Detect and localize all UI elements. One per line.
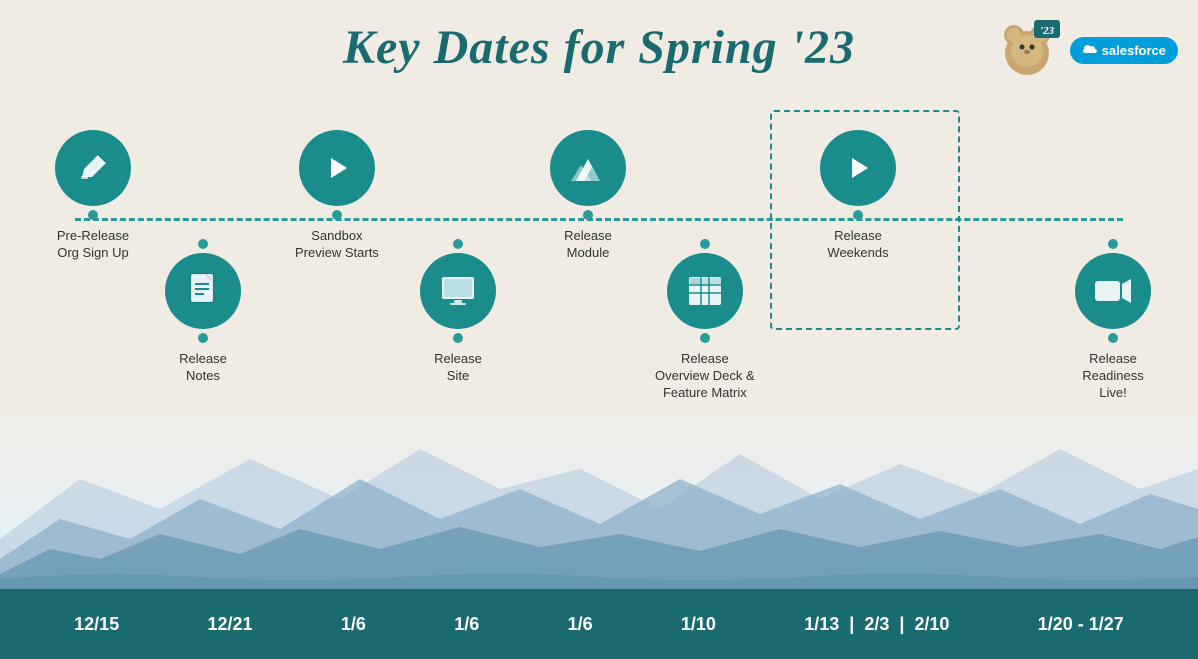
release-readiness-label: Release ReadinessLive! bbox=[1068, 351, 1158, 402]
release-module-dot bbox=[583, 210, 593, 220]
monitor-icon bbox=[439, 274, 477, 308]
release-site-label: ReleaseSite bbox=[434, 351, 482, 385]
item-release-site: ReleaseSite bbox=[420, 235, 496, 385]
grid-icon bbox=[687, 275, 723, 307]
pre-release-label: Pre-ReleaseOrg Sign Up bbox=[57, 228, 129, 262]
release-module-circle bbox=[550, 130, 626, 206]
pre-release-circle bbox=[55, 130, 131, 206]
release-weekends-dot bbox=[853, 210, 863, 220]
bear-mascot: '23 bbox=[992, 15, 1062, 85]
item-release-notes: ReleaseNotes bbox=[165, 235, 241, 385]
logo-area: '23 salesforce bbox=[992, 15, 1178, 85]
svg-text:'23: '23 bbox=[1040, 25, 1055, 37]
item-release-module: ReleaseModule bbox=[550, 130, 626, 262]
release-readiness-circle bbox=[1075, 253, 1151, 329]
date-110: 1/10 bbox=[681, 614, 716, 635]
pencil-icon bbox=[76, 151, 110, 185]
item-release-readiness: Release ReadinessLive! bbox=[1068, 235, 1158, 402]
play-icon bbox=[323, 154, 351, 182]
date-1215: 12/15 bbox=[74, 614, 119, 635]
date-1-6c: 1/6 bbox=[568, 614, 593, 635]
release-site-circle bbox=[420, 253, 496, 329]
sandbox-preview-circle bbox=[299, 130, 375, 206]
release-readiness-dot-bottom bbox=[1108, 333, 1118, 343]
release-overview-label: ReleaseOverview Deck &Feature Matrix bbox=[655, 351, 755, 402]
item-release-overview: ReleaseOverview Deck &Feature Matrix bbox=[655, 235, 755, 402]
date-1-6a: 1/6 bbox=[341, 614, 366, 635]
release-weekends-label: ReleaseWeekends bbox=[827, 228, 888, 262]
release-overview-circle bbox=[667, 253, 743, 329]
date-readiness: 1/20 - 1/27 bbox=[1038, 614, 1124, 635]
release-readiness-dot-top bbox=[1108, 239, 1118, 249]
release-overview-dot-bottom bbox=[700, 333, 710, 343]
item-release-weekends: ReleaseWeekends bbox=[820, 130, 896, 262]
date-1221: 12/21 bbox=[208, 614, 253, 635]
dates-bar: 12/15 12/21 1/6 1/6 1/6 1/10 1/13 | 2/3 … bbox=[0, 589, 1198, 659]
release-site-dot-top bbox=[453, 239, 463, 249]
item-pre-release: Pre-ReleaseOrg Sign Up bbox=[55, 130, 131, 262]
release-module-label: ReleaseModule bbox=[564, 228, 612, 262]
pre-release-dot bbox=[88, 210, 98, 220]
release-notes-label: ReleaseNotes bbox=[179, 351, 227, 385]
sandbox-preview-dot bbox=[332, 210, 342, 220]
play-icon-2 bbox=[844, 154, 872, 182]
release-notes-circle bbox=[165, 253, 241, 329]
item-sandbox-preview: SandboxPreview Starts bbox=[295, 130, 379, 262]
release-site-dot-bottom bbox=[453, 333, 463, 343]
release-weekends-circle bbox=[820, 130, 896, 206]
release-overview-dot-top bbox=[700, 239, 710, 249]
sandbox-preview-label: SandboxPreview Starts bbox=[295, 228, 379, 262]
date-1-6b: 1/6 bbox=[454, 614, 479, 635]
document-icon bbox=[186, 272, 220, 310]
timeline-container: Pre-ReleaseOrg Sign Up ReleaseNotes bbox=[20, 100, 1178, 570]
release-notes-dot-top bbox=[198, 239, 208, 249]
camera-icon bbox=[1093, 276, 1133, 306]
trailhead-icon bbox=[568, 151, 608, 185]
date-weekends: 1/13 | 2/3 | 2/10 bbox=[804, 614, 949, 635]
cloud-icon bbox=[1082, 44, 1098, 56]
release-notes-dot-bottom bbox=[198, 333, 208, 343]
salesforce-label: salesforce bbox=[1102, 43, 1166, 58]
